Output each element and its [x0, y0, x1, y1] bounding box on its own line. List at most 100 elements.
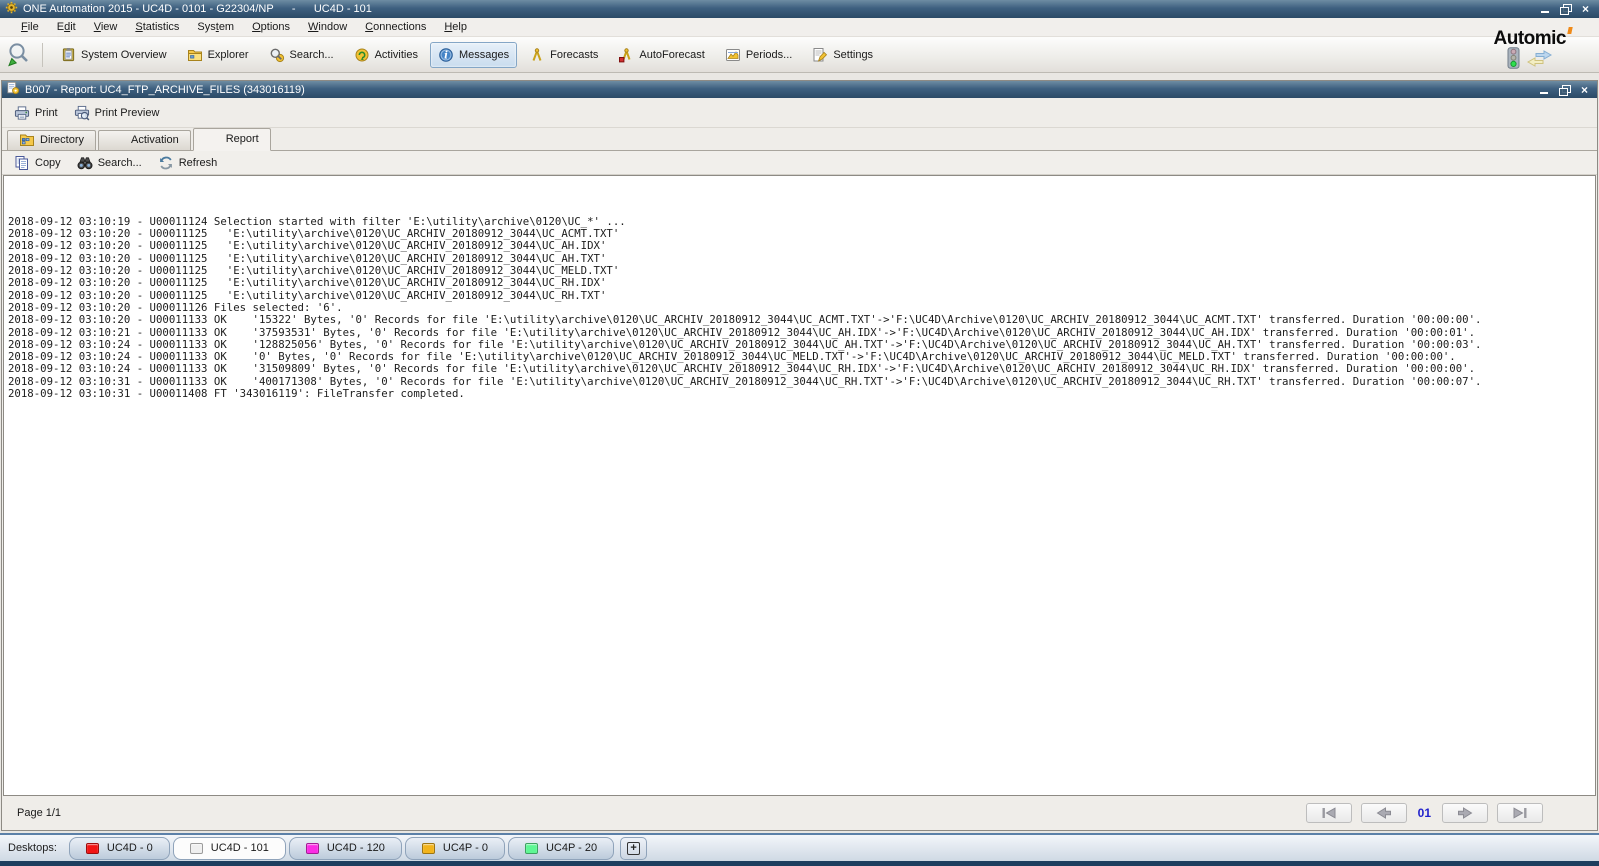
svg-text:i: i	[444, 50, 448, 61]
report-tab-label: Report	[225, 133, 259, 145]
toolbar-button-label: Settings	[833, 48, 874, 61]
search-icon	[269, 47, 285, 63]
toolbar-button[interactable]: Settings	[804, 42, 881, 68]
settings-icon	[812, 47, 828, 63]
toolbar-button[interactable]: Explorer	[179, 42, 257, 68]
system-overview-icon	[60, 47, 76, 63]
menu-item[interactable]: Options	[243, 19, 299, 35]
quick-search-icon[interactable]	[6, 41, 33, 68]
report-tab[interactable]: Directory	[7, 130, 97, 150]
toolbar-button[interactable]: Periods...	[717, 42, 800, 68]
toolbar-button-label: Forecasts	[550, 48, 599, 61]
periods-icon	[725, 47, 741, 63]
minimize-icon[interactable]	[1536, 83, 1553, 97]
toolbar-button[interactable]: Activities	[346, 42, 426, 68]
desktop-tab[interactable]: UC4D - 0	[68, 836, 170, 860]
log-line: 2018-09-12 03:10:20 - U00011125 'E:\util…	[8, 239, 607, 253]
forecasts-icon	[529, 47, 545, 63]
last-page-icon[interactable]	[1497, 803, 1543, 823]
log-line: 2018-09-12 03:10:20 - U00011125 'E:\util…	[8, 276, 607, 290]
toolbar-button-label: Explorer	[207, 48, 249, 61]
desktop-color-swatch	[421, 842, 435, 854]
plus-icon: +	[627, 841, 641, 855]
menu-item[interactable]: Statistics	[126, 19, 188, 35]
desktop-color-swatch	[85, 842, 99, 854]
log-line: 2018-09-12 03:10:24 - U00011133 OK '3150…	[8, 362, 1476, 376]
app-title: ONE Automation 2015 - UC4D - 0101 - G223…	[23, 3, 372, 15]
report-action-button-label: Search...	[97, 156, 142, 169]
binoculars-icon	[77, 155, 93, 171]
restore-icon[interactable]	[1557, 2, 1574, 16]
desktops-bar: Desktops: UC4D - 0 UC4D - 101 UC4D - 120…	[0, 833, 1599, 861]
toolbar-button[interactable]: Forecasts	[521, 42, 606, 68]
log-line: 2018-09-12 03:10:20 - U00011133 OK '1532…	[8, 313, 1482, 327]
menu-item[interactable]: View	[85, 19, 127, 35]
report-window-titlebar: B007 - Report: UC4_FTP_ARCHIVE_FILES (34…	[2, 81, 1597, 98]
pagination: 01	[1305, 803, 1543, 823]
toolbar-button[interactable]: Search...	[261, 42, 342, 68]
toolbar-button-label: Activities	[374, 48, 418, 61]
restore-icon[interactable]	[1556, 83, 1573, 97]
print-toolbar-button-label: Print	[35, 106, 58, 119]
desktop-tab-label: UC4D - 101	[210, 842, 269, 854]
toolbar-separator	[42, 42, 43, 67]
sync-arrows-icon	[1526, 49, 1553, 70]
report-content[interactable]: 2018-09-12 03:10:19 - U00011124 Selectio…	[3, 175, 1596, 796]
desktop-tab[interactable]: UC4D - 101	[172, 836, 286, 860]
toolbar-button[interactable]: i Messages	[429, 41, 518, 68]
print-toolbar-button[interactable]: Print	[6, 100, 66, 126]
desktop-color-swatch	[524, 842, 538, 854]
close-icon[interactable]: ×	[1576, 83, 1593, 97]
desktop-tab[interactable]: UC4P - 0	[404, 836, 505, 860]
desktop-tab-label: UC4P - 0	[442, 842, 488, 854]
desktop-tabs: UC4D - 0 UC4D - 101 UC4D - 120 UC4P - 0 …	[68, 835, 617, 861]
menu-item[interactable]: Connections	[356, 19, 435, 35]
desktop-tab-label: UC4P - 20	[545, 842, 598, 854]
close-icon[interactable]: ×	[1577, 2, 1594, 16]
report-log: 2018-09-12 03:10:19 - U00011124 Selectio…	[4, 176, 1595, 403]
menu-item[interactable]: Window	[299, 19, 356, 35]
report-window-title: B007 - Report: UC4_FTP_ARCHIVE_FILES (34…	[25, 83, 305, 96]
minimize-icon[interactable]	[1537, 2, 1554, 16]
traffic-light-icon	[1507, 47, 1520, 72]
report-window-icon	[6, 81, 20, 98]
toolbar-button[interactable]: AutoForecast	[610, 42, 712, 68]
add-desktop-button[interactable]: +	[620, 836, 648, 860]
menu-item[interactable]: Help	[435, 19, 476, 35]
toolbar-button-label: AutoForecast	[639, 48, 705, 61]
window-controls: ×	[1534, 2, 1594, 16]
app-gear-icon	[5, 1, 18, 17]
current-page-number: 01	[1417, 806, 1431, 820]
toolbar-button[interactable]: System Overview	[52, 42, 175, 68]
app-titlebar: ONE Automation 2015 - UC4D - 0101 - G223…	[0, 0, 1599, 18]
desktop-color-swatch	[189, 842, 203, 854]
connection-status	[1507, 47, 1553, 72]
toolbar-button-label: Messages	[458, 48, 510, 61]
main-toolbar: System Overview Explorer Search... Activ…	[0, 37, 1599, 73]
next-page-icon[interactable]	[1442, 803, 1488, 823]
report-tab[interactable]: Activation	[98, 130, 191, 150]
report-tab-label: Directory	[40, 134, 85, 146]
previous-page-icon[interactable]	[1360, 803, 1407, 823]
print-toolbar-button[interactable]: Print Preview	[66, 100, 168, 126]
report-action-button[interactable]: Refresh	[150, 150, 226, 176]
menubar: File Edit View Statistics System Options Windo…	[0, 18, 1599, 37]
explorer-icon	[187, 47, 203, 63]
toolbar-button-label: Search...	[289, 48, 334, 61]
report-action-button[interactable]: Search...	[69, 150, 150, 176]
copy-icon	[14, 155, 30, 171]
desktop-tab[interactable]: UC4P - 20	[507, 836, 615, 860]
activities-icon	[354, 47, 370, 63]
report-action-button-label: Refresh	[178, 156, 218, 169]
first-page-icon[interactable]	[1305, 803, 1352, 823]
desktop-tab[interactable]: UC4D - 120	[288, 836, 402, 860]
print-toolbar: Print Print Preview	[2, 98, 1597, 128]
report-action-button[interactable]: Copy	[6, 150, 69, 176]
menu-item[interactable]: System	[188, 19, 243, 35]
menu-item[interactable]: File	[12, 19, 48, 35]
menu-item[interactable]: Edit	[48, 19, 85, 35]
report-window: B007 - Report: UC4_FTP_ARCHIVE_FILES (34…	[1, 80, 1598, 831]
desktops-label: Desktops:	[8, 842, 57, 854]
report-tab[interactable]: Report	[192, 128, 271, 151]
toolbar-button-label: System Overview	[81, 48, 167, 61]
